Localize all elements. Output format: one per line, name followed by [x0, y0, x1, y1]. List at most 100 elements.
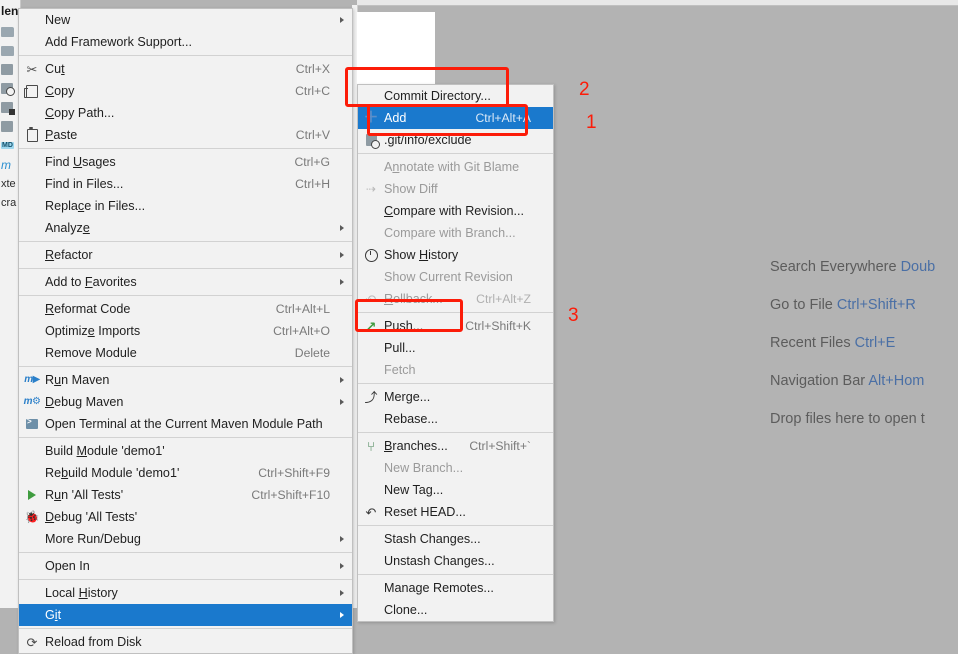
menu-item-git-info-exclude[interactable]: .git/info/exclude	[358, 129, 553, 151]
menu-item-clone[interactable]: Clone...	[358, 599, 553, 621]
menu-item-run-all-tests[interactable]: Run 'All Tests' Ctrl+Shift+F10	[19, 484, 352, 506]
hint-go-to-file: Go to File Ctrl+Shift+R	[770, 297, 916, 313]
menu-item-run-maven[interactable]: m▶ Run Maven	[19, 369, 352, 391]
menu-item-more-run-debug[interactable]: More Run/Debug	[19, 528, 352, 550]
menu-item-label: Cut	[45, 62, 65, 76]
menu-item-add-framework-support[interactable]: Add Framework Support...	[19, 31, 352, 53]
menu-item-label: Rollback...	[384, 292, 443, 306]
menu-item-annotate-with-git-blame: Annotate with Git Blame	[358, 156, 553, 178]
menu-item-cut[interactable]: ✂ Cut Ctrl+X	[19, 58, 352, 80]
merge-icon: ⤴	[364, 389, 378, 405]
menu-item-debug-all-tests[interactable]: 🐞 Debug 'All Tests'	[19, 506, 352, 528]
menu-item-manage-remotes[interactable]: Manage Remotes...	[358, 577, 553, 599]
module-icon	[1, 64, 13, 75]
project-context-menu[interactable]: New Add Framework Support... ✂ Cut Ctrl+X Cop…	[18, 8, 353, 654]
menu-item-remove-module[interactable]: Remove Module Delete	[19, 342, 352, 364]
menu-item-accelerator: Ctrl+Shift+`	[469, 439, 531, 453]
editor-tab-strip	[357, 0, 958, 6]
menu-item-show-history[interactable]: Show History	[358, 244, 553, 266]
tree-node-markdown[interactable]: MD	[0, 136, 20, 155]
project-tree-title: len	[1, 4, 19, 18]
menu-item-open-in[interactable]: Open In	[19, 555, 352, 577]
menu-item-push[interactable]: ↗ Push... Ctrl+Shift+K	[358, 315, 553, 337]
menu-item-icon-slot: ↗	[358, 320, 384, 333]
folder-icon	[1, 26, 14, 37]
menu-item-label: Manage Remotes...	[384, 581, 494, 595]
menu-item-replace-in-files[interactable]: Replace in Files...	[19, 195, 352, 217]
menu-item-branches[interactable]: ⑂ Branches... Ctrl+Shift+`	[358, 435, 553, 457]
tree-node-excluded[interactable]	[0, 79, 20, 98]
menu-item-new[interactable]: New	[19, 9, 352, 31]
copy-icon	[24, 84, 38, 98]
tree-node-folder[interactable]	[0, 41, 20, 60]
menu-item-find-in-files[interactable]: Find in Files... Ctrl+H	[19, 173, 352, 195]
annotation-number-1: 1	[586, 112, 597, 133]
menu-item-paste[interactable]: Paste Ctrl+V	[19, 124, 352, 146]
hint-key: Ctrl+Shift+R	[836, 297, 916, 313]
menu-item-label: Pull...	[384, 341, 416, 355]
tree-node-file[interactable]	[0, 98, 20, 117]
chevron-right-icon	[330, 399, 344, 405]
menu-item-label: Reset HEAD...	[384, 505, 466, 519]
tree-node-folder[interactable]	[0, 22, 20, 41]
menu-item-reload-from-disk[interactable]: ⟳ Reload from Disk	[19, 631, 352, 653]
menu-item-unstash-changes[interactable]: Unstash Changes...	[358, 550, 553, 572]
menu-item-stash-changes[interactable]: Stash Changes...	[358, 528, 553, 550]
annotation-number-3: 3	[568, 305, 579, 326]
hint-key: Alt+Hom	[868, 373, 925, 389]
menu-item-label: Commit Directory...	[384, 89, 491, 103]
menu-item-pull[interactable]: Pull...	[358, 337, 553, 359]
excluded-folder-icon	[1, 83, 15, 96]
menu-item-label: Paste	[45, 128, 78, 142]
tree-node-module[interactable]	[0, 60, 20, 79]
menu-item-new-tag[interactable]: New Tag...	[358, 479, 553, 501]
menu-item-show-diff: ⇢ Show Diff	[358, 178, 553, 200]
tree-node-external[interactable]: xte	[0, 174, 20, 193]
menu-item-compare-with-revision[interactable]: Compare with Revision...	[358, 200, 553, 222]
chevron-right-icon	[330, 536, 344, 542]
menu-separator	[358, 153, 553, 154]
menu-item-add-to-favorites[interactable]: Add to Favorites	[19, 271, 352, 293]
tree-node-scratches[interactable]: cra	[0, 193, 20, 212]
menu-item-icon-slot: m▶	[19, 375, 45, 385]
menu-item-label: Run Maven	[45, 373, 110, 387]
maven-debug-icon: m⚙	[23, 396, 41, 407]
menu-item-find-usages[interactable]: Find Usages Ctrl+G	[19, 151, 352, 173]
menu-item-icon-slot: 🐞	[19, 511, 45, 523]
menu-item-icon-slot	[19, 84, 45, 98]
menu-item-reset-head[interactable]: ↶ Reset HEAD...	[358, 501, 553, 523]
menu-item-build-module-demo1[interactable]: Build Module 'demo1'	[19, 440, 352, 462]
tree-node-maven[interactable]: m	[0, 155, 20, 174]
menu-item-local-history[interactable]: Local History	[19, 582, 352, 604]
file-icon	[1, 121, 13, 132]
editor-area-top	[357, 12, 435, 78]
menu-item-label: Show History	[384, 248, 459, 262]
menu-item-copy-path[interactable]: Copy Path...	[19, 102, 352, 124]
tree-node-file[interactable]	[0, 117, 20, 136]
menu-item-debug-maven[interactable]: m⚙ Debug Maven	[19, 391, 352, 413]
menu-item-label: Fetch	[384, 363, 416, 377]
menu-item-label: Optimize Imports	[45, 324, 141, 338]
hint-key: Doub	[900, 259, 936, 275]
menu-item-merge[interactable]: ⤴ Merge...	[358, 386, 553, 408]
menu-item-commit-directory[interactable]: Commit Directory...	[358, 85, 553, 107]
menu-item-add[interactable]: ＋ Add Ctrl+Alt+A	[358, 107, 553, 129]
menu-item-label: New Branch...	[384, 461, 464, 475]
menu-item-label: .git/info/exclude	[384, 133, 472, 147]
git-submenu[interactable]: Commit Directory... ＋ Add Ctrl+Alt+A .git/in…	[357, 84, 554, 622]
menu-item-label: Add to Favorites	[45, 275, 137, 289]
menu-item-open-terminal-at-the-current-maven-module-path[interactable]: Open Terminal at the Current Maven Modul…	[19, 413, 352, 435]
menu-separator	[358, 383, 553, 384]
menu-item-copy[interactable]: Copy Ctrl+C	[19, 80, 352, 102]
menu-item-optimize-imports[interactable]: Optimize Imports Ctrl+Alt+O	[19, 320, 352, 342]
menu-item-icon-slot	[358, 248, 384, 262]
menu-item-rebase[interactable]: Rebase...	[358, 408, 553, 430]
menu-item-reformat-code[interactable]: Reformat Code Ctrl+Alt+L	[19, 298, 352, 320]
menu-item-git[interactable]: Git	[19, 604, 352, 626]
menu-item-icon-slot: ✂	[19, 63, 45, 76]
menu-item-refactor[interactable]: Refactor	[19, 244, 352, 266]
menu-separator	[19, 55, 352, 56]
menu-item-rebuild-module-demo1[interactable]: Rebuild Module 'demo1' Ctrl+Shift+F9	[19, 462, 352, 484]
menu-item-label: New	[45, 13, 71, 27]
menu-item-analyze[interactable]: Analyze	[19, 217, 352, 239]
